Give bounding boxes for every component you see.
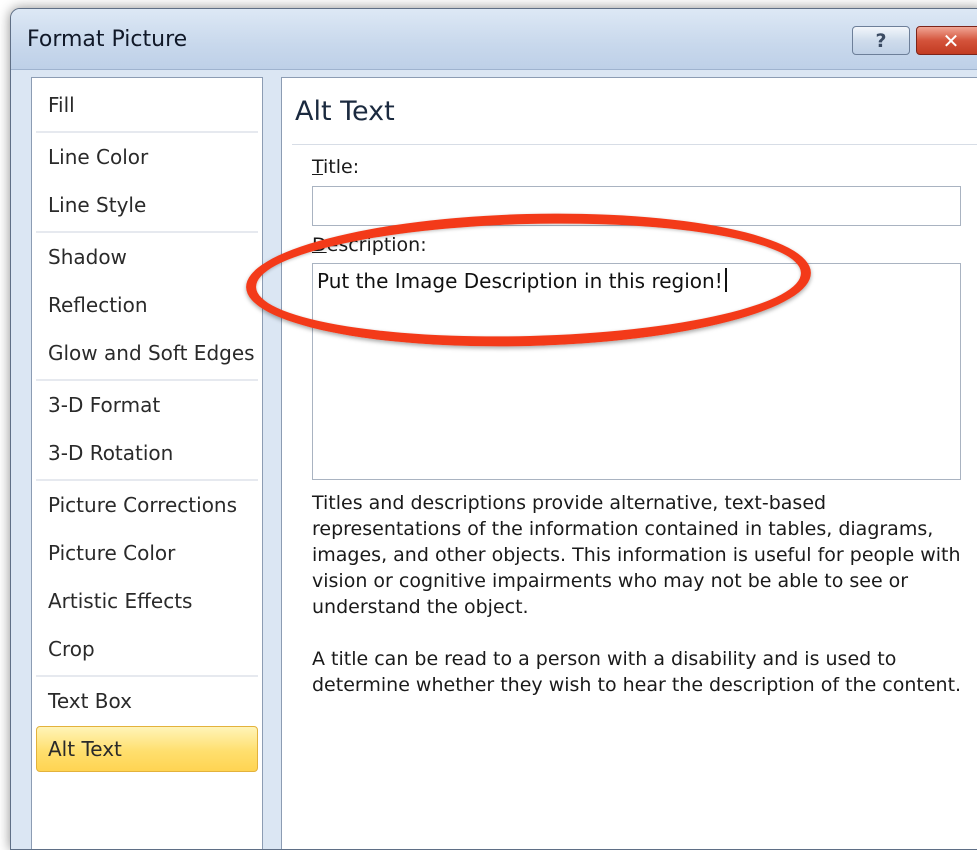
nav-item-text-box[interactable]: Text Box (36, 678, 258, 724)
panel-heading: Alt Text (295, 96, 395, 127)
nav-item-picture-corrections[interactable]: Picture Corrections (36, 482, 258, 528)
nav-item-3d-format[interactable]: 3-D Format (36, 382, 258, 428)
window-title: Format Picture (27, 27, 188, 52)
nav-item-fill[interactable]: Fill (36, 82, 258, 128)
nav-separator (36, 231, 258, 233)
nav-item-alt-text[interactable]: Alt Text (36, 726, 258, 772)
nav-item-shadow[interactable]: Shadow (36, 234, 258, 280)
help-paragraph-1: Titles and descriptions provide alternat… (312, 492, 961, 618)
help-button[interactable]: ? (852, 26, 910, 55)
close-button[interactable]: ✕ (916, 26, 977, 55)
nav-item-3d-rotation[interactable]: 3-D Rotation (36, 430, 258, 476)
nav-item-artistic-effects[interactable]: Artistic Effects (36, 578, 258, 624)
title-bar: Format Picture ? ✕ (11, 9, 977, 70)
nav-separator (36, 131, 258, 133)
close-icon: ✕ (942, 28, 960, 53)
help-icon: ? (875, 29, 887, 52)
nav-item-line-color[interactable]: Line Color (36, 134, 258, 180)
title-label-text: itle: (323, 156, 360, 178)
format-picture-dialog: Format Picture ? ✕ Fill Line Color Line … (10, 8, 977, 850)
nav-separator (36, 379, 258, 381)
category-list: Fill Line Color Line Style Shadow Reflec… (31, 77, 263, 849)
nav-item-line-style[interactable]: Line Style (36, 182, 258, 228)
nav-item-crop[interactable]: Crop (36, 626, 258, 672)
heading-divider (292, 144, 977, 145)
nav-separator (36, 479, 258, 481)
nav-item-reflection[interactable]: Reflection (36, 282, 258, 328)
nav-item-glow-soft-edges[interactable]: Glow and Soft Edges (36, 330, 258, 376)
nav-item-picture-color[interactable]: Picture Color (36, 530, 258, 576)
help-paragraph-2: A title can be read to a person with a d… (312, 648, 962, 696)
alt-text-panel: Alt Text Title: Description: Put the Ima… (244, 77, 977, 849)
nav-separator (36, 675, 258, 677)
title-label-accelerator: T (312, 156, 324, 178)
title-label: Title: (312, 156, 359, 178)
